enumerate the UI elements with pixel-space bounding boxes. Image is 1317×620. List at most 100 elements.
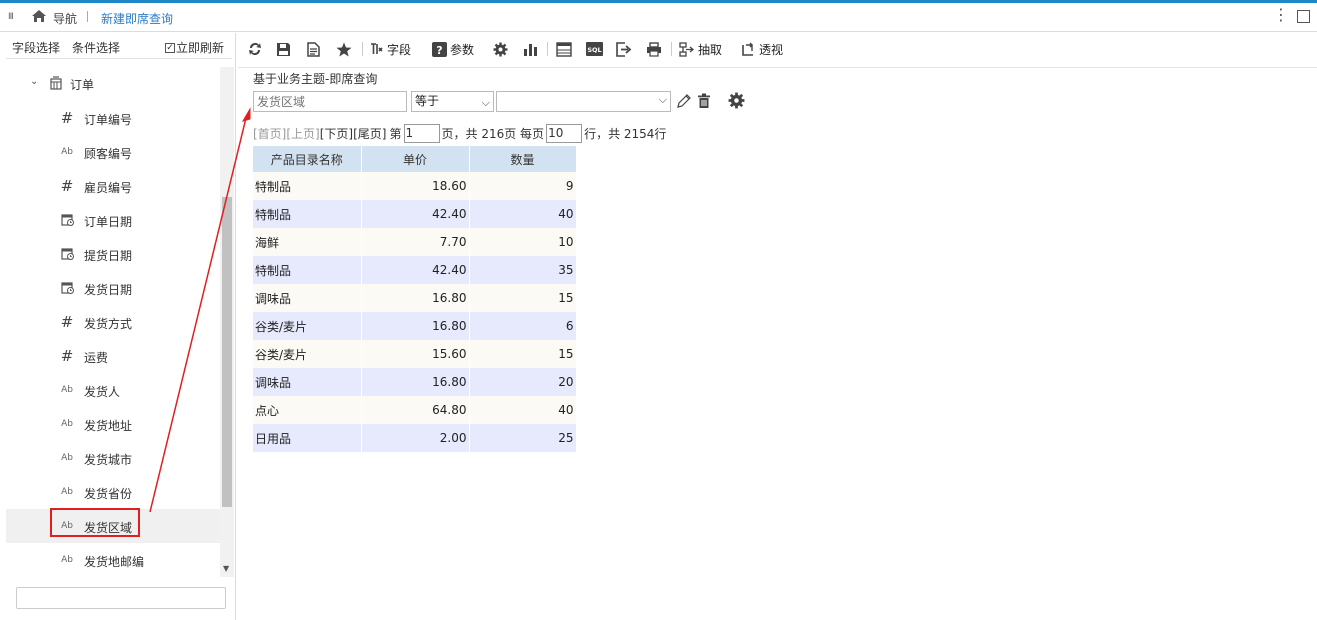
- field-search-input[interactable]: [16, 587, 226, 609]
- instant-refresh-toggle[interactable]: ✓ 立即刷新: [165, 39, 224, 56]
- print-button[interactable]: [646, 38, 662, 60]
- nav-label[interactable]: 导航: [53, 10, 77, 27]
- table-row[interactable]: 特制品 42.40 40: [253, 200, 577, 228]
- field-item[interactable]: Ab 发货地邮编: [6, 543, 220, 577]
- field-item[interactable]: 订单日期: [6, 203, 220, 237]
- field-item[interactable]: # 雇员编号: [6, 169, 220, 203]
- field-label: 发货地址: [84, 419, 133, 433]
- field-label: 发货方式: [84, 317, 133, 331]
- maximize-icon[interactable]: [1297, 10, 1310, 23]
- operator-select[interactable]: 等于 ⌵: [411, 91, 494, 112]
- text-type-icon: Ab: [61, 419, 73, 429]
- field-item[interactable]: Ab 发货人: [6, 373, 220, 407]
- condition-field-input[interactable]: [253, 91, 407, 112]
- sql-button[interactable]: SQL: [586, 38, 603, 60]
- export-button[interactable]: [616, 38, 632, 60]
- field-item[interactable]: # 订单编号: [6, 101, 220, 135]
- table-cell: 2.00: [361, 424, 470, 452]
- save-icon: [277, 42, 290, 56]
- table-row[interactable]: 谷类/麦片 16.80 6: [253, 312, 577, 340]
- tab-field-select[interactable]: 字段选择: [12, 39, 60, 56]
- chevron-down-icon[interactable]: ⌄: [30, 76, 38, 87]
- refresh-button[interactable]: [248, 38, 262, 60]
- scrollbar-thumb[interactable]: [222, 197, 232, 507]
- document-icon: [307, 41, 320, 57]
- table-cell: 42.40: [361, 256, 470, 284]
- column-header[interactable]: 数量: [469, 146, 577, 172]
- text-type-icon: Ab: [61, 555, 73, 565]
- table-cell: 20: [469, 368, 577, 396]
- star-icon: [336, 42, 352, 56]
- page-number-input[interactable]: 1: [403, 123, 440, 143]
- field-label: 顾客编号: [84, 147, 133, 161]
- fields-icon: [371, 43, 383, 54]
- column-header[interactable]: 单价: [361, 146, 470, 172]
- chart-button[interactable]: [523, 38, 538, 60]
- hash-icon: #: [60, 347, 74, 365]
- table-icon: [50, 76, 62, 90]
- field-item[interactable]: Ab 发货地址: [6, 407, 220, 441]
- condition-value-select[interactable]: ⌵: [496, 91, 671, 112]
- home-icon[interactable]: [31, 9, 47, 23]
- gear-icon[interactable]: [728, 92, 745, 109]
- pencil-icon[interactable]: [676, 93, 692, 109]
- table-cell: 64.80: [361, 396, 470, 424]
- table-row[interactable]: 日用品 2.00 25: [253, 424, 577, 452]
- prev-page-link[interactable]: [上页]: [286, 125, 319, 142]
- table-cell: 40: [469, 200, 577, 228]
- field-item[interactable]: Ab 发货城市: [6, 441, 220, 475]
- field-label: 发货省份: [84, 487, 133, 501]
- field-item[interactable]: 发货日期: [6, 271, 220, 305]
- field-item[interactable]: # 发货方式: [6, 305, 220, 339]
- menu-grip-icon[interactable]: III: [8, 12, 14, 22]
- table-row[interactable]: 特制品 18.60 9: [253, 172, 577, 200]
- extract-button[interactable]: 抽取: [679, 38, 722, 60]
- table-cell: 特制品: [253, 200, 362, 228]
- table-row[interactable]: 调味品 16.80 20: [253, 368, 577, 396]
- settings-button[interactable]: [493, 38, 508, 60]
- table-cell: 15.60: [361, 340, 470, 368]
- chevron-down-icon[interactable]: ⌵: [659, 93, 667, 107]
- rows-per-page-input[interactable]: 10: [546, 123, 583, 143]
- table-style-button[interactable]: [556, 38, 572, 60]
- chevron-down-icon[interactable]: ⌵: [482, 93, 490, 112]
- checkbox-checked-icon[interactable]: ✓: [165, 42, 175, 53]
- table-row[interactable]: 海鲜 7.70 10: [253, 228, 577, 256]
- column-header[interactable]: 产品目录名称: [253, 146, 362, 172]
- fields-button[interactable]: 字段: [370, 38, 411, 60]
- last-page-link[interactable]: [尾页]: [353, 125, 386, 142]
- save-as-button[interactable]: [306, 38, 321, 60]
- scrollbar[interactable]: ▼: [220, 67, 234, 577]
- table-cell: 7.70: [361, 228, 470, 256]
- tab-condition-select[interactable]: 条件选择: [72, 39, 121, 56]
- table-cell: 42.40: [361, 200, 470, 228]
- next-page-link[interactable]: [下页]: [320, 125, 353, 142]
- scroll-down-icon[interactable]: ▼: [223, 564, 229, 573]
- field-item[interactable]: Ab 顾客编号: [6, 135, 220, 169]
- table-row[interactable]: 点心 64.80 40: [253, 396, 577, 424]
- instant-refresh-label: 立即刷新: [176, 41, 225, 55]
- field-item[interactable]: # 运费: [6, 339, 220, 373]
- favorite-button[interactable]: [336, 38, 352, 60]
- more-menu-icon[interactable]: ⋮: [1273, 7, 1289, 23]
- table-cell: 海鲜: [253, 228, 362, 256]
- text-type-icon: Ab: [61, 147, 73, 157]
- table-row[interactable]: 谷类/麦片 15.60 15: [253, 340, 577, 368]
- pivot-button[interactable]: 透视: [741, 38, 783, 60]
- extract-label: 抽取: [698, 42, 723, 57]
- divider: [362, 42, 363, 56]
- hash-icon: #: [60, 109, 74, 127]
- table-row[interactable]: 特制品 42.40 35: [253, 256, 577, 284]
- field-label: 订单日期: [84, 215, 133, 229]
- tree-root-order[interactable]: ⌄ 订单: [6, 67, 220, 101]
- params-button[interactable]: ? 参数: [432, 38, 474, 60]
- tab-title[interactable]: 新建即席查询: [101, 10, 173, 27]
- table-cell: 谷类/麦片: [253, 340, 362, 368]
- save-button[interactable]: [276, 38, 291, 60]
- table-row[interactable]: 调味品 16.80 15: [253, 284, 577, 312]
- trash-icon[interactable]: [697, 93, 711, 109]
- field-item[interactable]: Ab 发货省份: [6, 475, 220, 509]
- first-page-link[interactable]: [首页]: [253, 125, 286, 142]
- divider: [238, 67, 1317, 68]
- field-item[interactable]: 提货日期: [6, 237, 220, 271]
